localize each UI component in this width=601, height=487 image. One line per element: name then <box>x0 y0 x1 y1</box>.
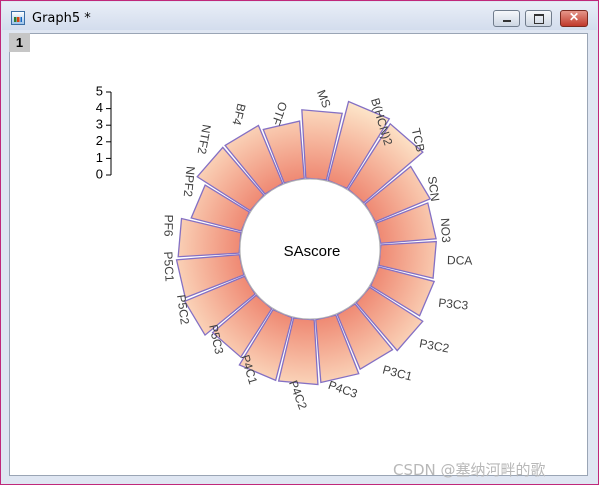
radial-axis-tick-label: 2 <box>96 133 103 148</box>
radial-axis-tick-label: 5 <box>96 83 103 98</box>
center-label: SAscore <box>284 243 341 260</box>
radial-axis-tick-label: 0 <box>96 166 103 181</box>
radial-axis-tick-label: 3 <box>96 117 103 132</box>
category-label: NTF2 <box>195 123 214 155</box>
category-label: P3C2 <box>418 336 450 355</box>
category-label: P5C2 <box>174 294 192 326</box>
watermark: CSDN @塞纳河畔的歌 <box>393 461 546 479</box>
category-label: P3C3 <box>438 296 470 313</box>
category-label: NO3 <box>438 218 453 244</box>
category-label: P3C1 <box>381 362 414 383</box>
category-label: OTF <box>269 100 290 127</box>
category-label: PF6 <box>161 214 175 237</box>
radial-bar-chart: DCAP3C3P3C2P3C1P4C3P4C2P4C1P5C3P5C2P5C1P… <box>96 83 473 411</box>
category-label: DCA <box>447 253 473 268</box>
radial-axis-tick-label: 4 <box>96 100 103 115</box>
category-label: P4C3 <box>326 378 359 401</box>
category-label: MS <box>314 88 334 110</box>
category-label: P5C1 <box>161 251 177 282</box>
radial-axis-tick-label: 1 <box>96 150 103 165</box>
category-label: BF4 <box>229 102 248 127</box>
category-label: NPF2 <box>181 166 198 198</box>
